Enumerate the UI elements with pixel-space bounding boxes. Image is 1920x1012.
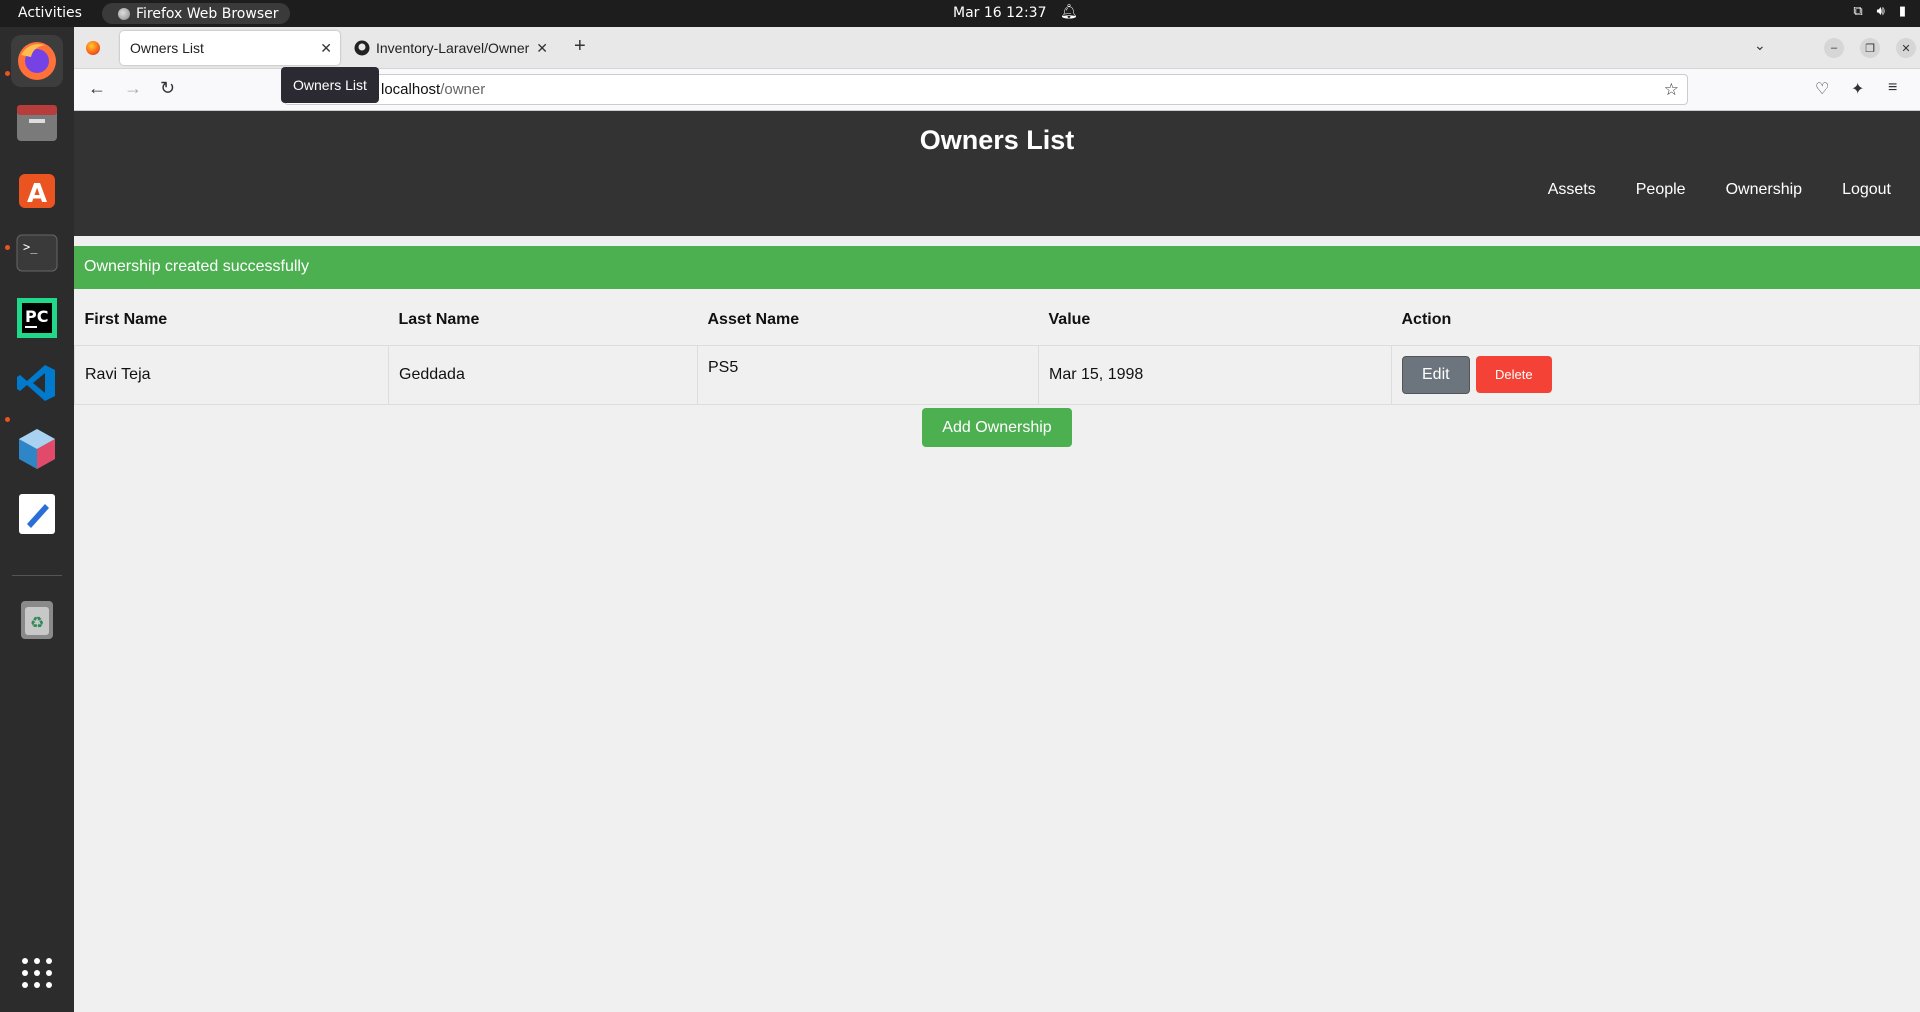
owners-table: First Name Last Name Asset Name Value Ac… — [74, 293, 1920, 405]
menu-icon[interactable]: ≡ — [1888, 79, 1897, 97]
url-host: localhost — [381, 81, 441, 98]
firefox-icon[interactable] — [11, 35, 63, 87]
page-title: Owners List — [919, 125, 1075, 155]
vscode-icon[interactable] — [11, 357, 63, 409]
battery-icon: ▮ — [1898, 4, 1906, 19]
network-icon: ⧉ — [1853, 4, 1863, 19]
trash-icon[interactable]: ♻ — [11, 593, 63, 645]
tab-label: Inventory-Laravel/Owner — [376, 40, 530, 56]
new-tab-icon[interactable]: + — [574, 35, 586, 58]
edit-button[interactable]: Edit — [1402, 355, 1470, 394]
minimize-icon[interactable]: – — [1824, 38, 1844, 58]
nav-link-people[interactable]: People — [1636, 181, 1686, 199]
close-icon[interactable]: ✕ — [536, 40, 548, 57]
site-header: Owners List Assets People Ownership Logo… — [74, 111, 1920, 236]
tab-owners-list[interactable]: Owners List ✕ — [120, 31, 340, 65]
activities-button[interactable]: Activities — [18, 5, 82, 21]
tab-bar: Owners List ✕ Inventory-Laravel/Owner ✕ … — [74, 27, 1920, 69]
files-icon[interactable] — [11, 97, 63, 149]
reload-icon[interactable]: ↻ — [160, 78, 175, 99]
github-icon — [354, 40, 370, 56]
table-header-row: First Name Last Name Asset Name Value Ac… — [75, 293, 1920, 345]
cell-first-name: Ravi Teja — [74, 344, 389, 405]
app-center-icon[interactable]: A — [11, 162, 63, 214]
restore-icon[interactable]: ❐ — [1860, 38, 1880, 58]
svg-text:♻: ♻ — [30, 613, 44, 632]
cell-last-name: Geddada — [388, 344, 698, 405]
svg-text:PC: PC — [25, 307, 48, 326]
back-icon[interactable]: ← — [88, 78, 106, 99]
table-row: Ravi Teja Geddada PS5 Mar 15, 1998 Edit … — [74, 344, 1920, 405]
close-window-icon[interactable]: ✕ — [1896, 38, 1916, 58]
site-nav: Assets People Ownership Logout — [1548, 181, 1891, 199]
cell-action: Edit Delete — [1391, 344, 1920, 405]
success-alert: Ownership created successfully — [74, 246, 1920, 289]
running-indicator — [5, 245, 10, 250]
extensions-icon[interactable]: ✦ — [1851, 79, 1864, 99]
add-ownership-button[interactable]: Add Ownership — [922, 408, 1072, 447]
nav-link-logout[interactable]: Logout — [1842, 181, 1891, 199]
firefox-view-icon[interactable] — [86, 41, 100, 55]
column-header-action: Action — [1401, 311, 1452, 329]
url-path: /owner — [440, 81, 486, 98]
app-menu-label: Firefox Web Browser — [136, 5, 279, 22]
cell-asset-name: PS5 — [697, 344, 1039, 405]
column-header-value: Value — [1048, 311, 1091, 329]
nav-link-assets[interactable]: Assets — [1548, 181, 1596, 199]
clock[interactable]: Mar 16 12:37 — [953, 5, 1046, 21]
column-header-first-name: First Name — [84, 311, 168, 329]
text-editor-icon[interactable] — [11, 488, 63, 540]
chevron-down-icon[interactable]: ⌄ — [1754, 37, 1766, 54]
bookmark-star-icon[interactable]: ☆ — [1664, 80, 1679, 100]
terminal-icon[interactable]: >_ — [11, 227, 63, 279]
dock: A >_ PC ♻ — [0, 27, 74, 1012]
svg-text:A: A — [27, 179, 47, 209]
app-menu[interactable]: Firefox Web Browser — [102, 3, 290, 24]
tab-github[interactable]: Inventory-Laravel/Owner ✕ — [346, 31, 556, 65]
virtualbox-icon[interactable] — [11, 423, 63, 475]
close-icon[interactable]: ✕ — [320, 40, 332, 57]
nav-link-ownership[interactable]: Ownership — [1726, 181, 1802, 199]
tab-label: Owners List — [130, 40, 204, 56]
pycharm-icon[interactable]: PC — [11, 292, 63, 344]
system-status-area[interactable]: ⧉ 🔊︎ ▮ — [1853, 4, 1906, 19]
column-header-last-name: Last Name — [398, 311, 480, 329]
column-header-asset-name: Asset Name — [707, 311, 800, 329]
running-indicator — [5, 417, 10, 422]
pocket-icon[interactable]: ♡ — [1815, 79, 1829, 99]
system-top-bar: Activities Firefox Web Browser Mar 16 12… — [0, 0, 1920, 27]
url-bar[interactable]: localhost/owner ☆ — [284, 74, 1688, 105]
cell-value: Mar 15, 1998 — [1038, 344, 1392, 405]
forward-icon[interactable]: → — [124, 78, 142, 99]
tab-tooltip: Owners List — [281, 67, 379, 103]
firefox-mini-icon — [118, 7, 130, 20]
notification-bell-icon: 🔔︎ — [1060, 4, 1078, 20]
browser-window: Owners List ✕ Inventory-Laravel/Owner ✕ … — [74, 27, 1920, 1012]
show-apps-icon[interactable] — [11, 947, 63, 999]
running-indicator — [5, 71, 10, 76]
dock-separator — [12, 575, 62, 576]
volume-icon: 🔊︎ — [1876, 4, 1885, 19]
svg-text:>_: >_ — [23, 240, 38, 254]
web-page: Owners List Assets People Ownership Logo… — [74, 111, 1920, 1012]
delete-button[interactable]: Delete — [1476, 355, 1552, 393]
